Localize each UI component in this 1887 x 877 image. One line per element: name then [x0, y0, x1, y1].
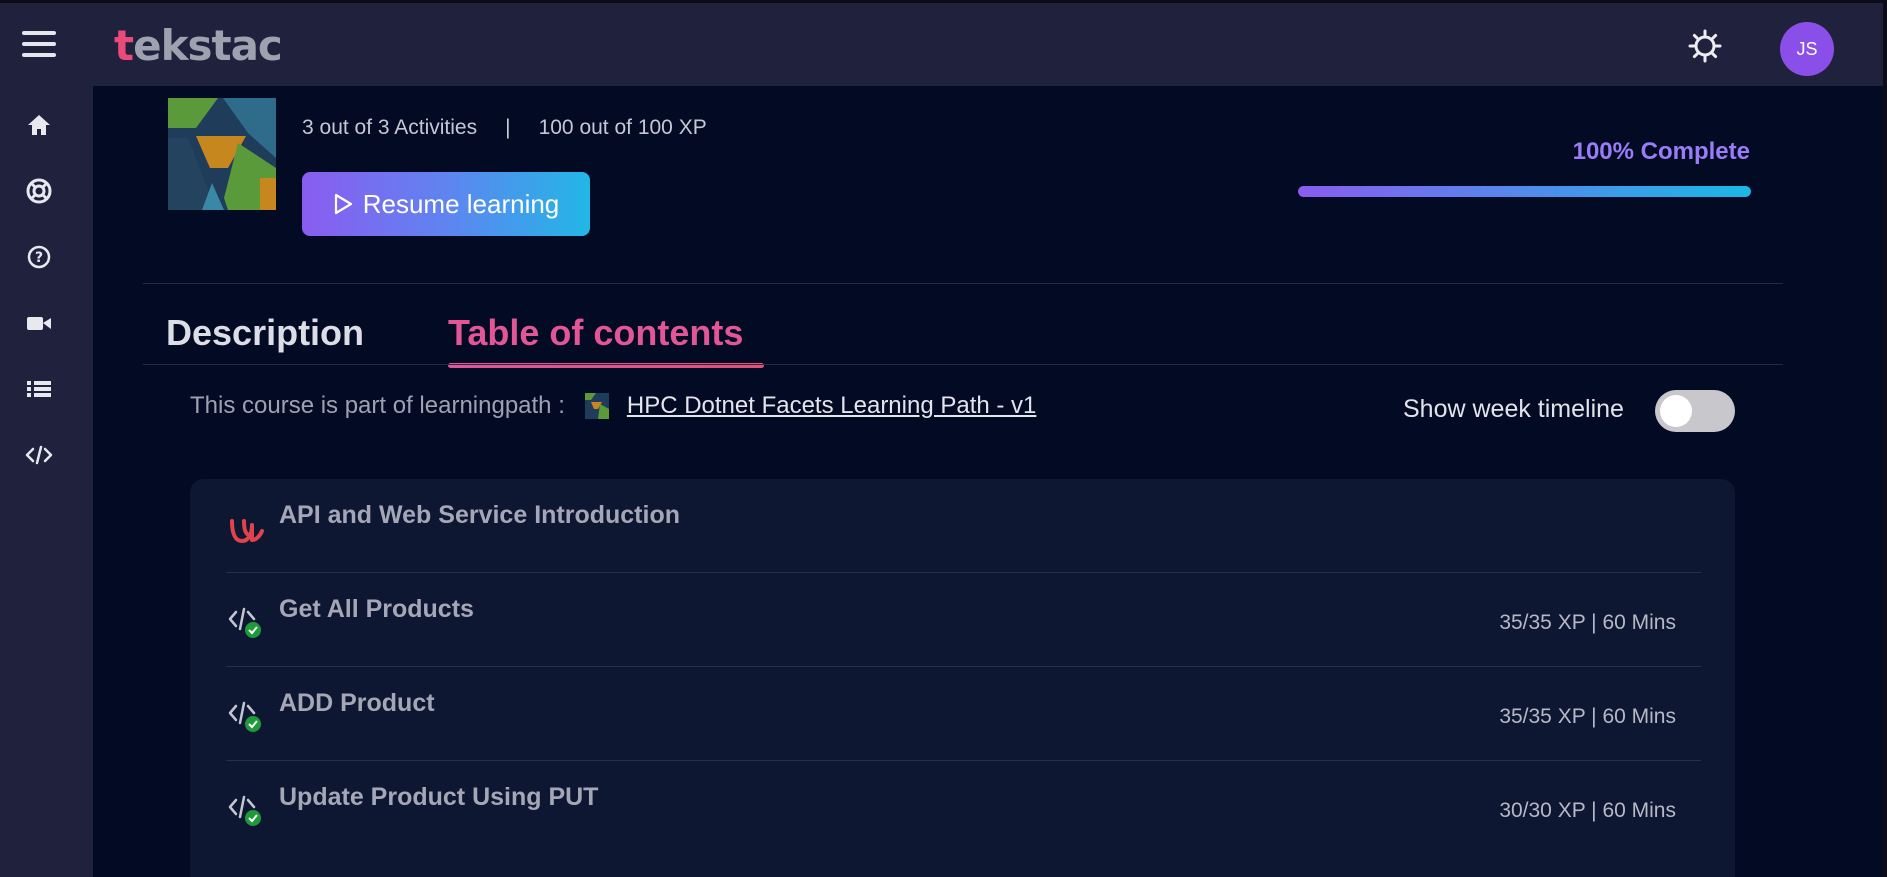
- tekstac-logo[interactable]: tekstac: [114, 21, 283, 70]
- list-item[interactable]: ADD Product 35/35 XP | 60 Mins: [226, 667, 1701, 761]
- top-bar: tekstac JS: [0, 0, 1887, 86]
- list-item[interactable]: Update Product Using PUT 30/30 XP | 60 M…: [226, 761, 1701, 855]
- activities-count: 3 out of 3 Activities: [302, 116, 478, 139]
- resume-learning-label: Resume learning: [362, 188, 560, 219]
- help-icon[interactable]: ?: [24, 242, 54, 272]
- item-title: API and Web Service Introduction: [279, 501, 680, 529]
- resume-learning-button[interactable]: Resume learning: [302, 172, 590, 236]
- play-icon: [334, 193, 352, 215]
- item-meta: 35/35 XP | 60 Mins: [1499, 611, 1676, 634]
- main-content: 3 out of 3 Activities | 100 out of 100 XP …: [93, 86, 1883, 877]
- xp-count: 100 out of 100 XP: [538, 116, 707, 139]
- course-stats: 3 out of 3 Activities | 100 out of 100 XP: [302, 116, 707, 140]
- tab-description[interactable]: Description: [166, 312, 364, 354]
- list-item[interactable]: Get All Products 35/35 XP | 60 Mins: [226, 573, 1701, 667]
- video-icon[interactable]: [24, 308, 54, 338]
- course-thumbnail: [168, 98, 276, 210]
- code-check-icon: [228, 795, 261, 826]
- divider: [143, 364, 1783, 365]
- table-of-contents-list: API and Web Service Introduction Get All…: [190, 479, 1735, 877]
- toggle-knob: [1660, 395, 1692, 427]
- progress-bar: [1298, 186, 1751, 197]
- svg-text:?: ?: [35, 250, 43, 266]
- udemy-icon: [230, 519, 264, 544]
- progress-bar-fill: [1298, 186, 1751, 197]
- app-window: tekstac JS ? 3 out of 3 Activities | 100…: [0, 0, 1887, 877]
- week-timeline-toggle[interactable]: [1655, 390, 1735, 432]
- list-item[interactable]: API and Web Service Introduction: [226, 479, 1701, 573]
- item-title: Get All Products: [279, 595, 474, 623]
- week-timeline-label: Show week timeline: [1403, 395, 1624, 423]
- tab-table-of-contents[interactable]: Table of contents: [448, 312, 743, 354]
- home-icon[interactable]: [24, 110, 54, 140]
- window-edge: [1883, 0, 1887, 877]
- code-icon[interactable]: [24, 440, 54, 470]
- learning-path-prefix: This course is part of learningpath :: [190, 392, 565, 419]
- divider: [143, 283, 1783, 284]
- code-check-icon: [228, 701, 261, 732]
- learning-path-link[interactable]: HPC Dotnet Facets Learning Path - v1: [627, 392, 1037, 420]
- user-avatar[interactable]: JS: [1780, 22, 1834, 76]
- progress-label: 100% Complete: [1572, 138, 1750, 165]
- item-meta: 30/30 XP | 60 Mins: [1499, 799, 1676, 822]
- item-title: ADD Product: [279, 689, 435, 717]
- item-title: Update Product Using PUT: [279, 783, 599, 811]
- learning-path-icon: [584, 393, 609, 419]
- item-meta: 35/35 XP | 60 Mins: [1499, 705, 1676, 728]
- learning-path-info: This course is part of learningpath : HP…: [190, 392, 1036, 420]
- sidebar: ?: [0, 86, 93, 877]
- code-check-icon: [228, 607, 261, 638]
- list-icon[interactable]: [24, 374, 54, 404]
- stats-separator: |: [505, 116, 511, 139]
- theme-toggle-icon[interactable]: [1688, 29, 1722, 63]
- menu-icon[interactable]: [22, 31, 56, 61]
- lifebuoy-icon[interactable]: [24, 176, 54, 206]
